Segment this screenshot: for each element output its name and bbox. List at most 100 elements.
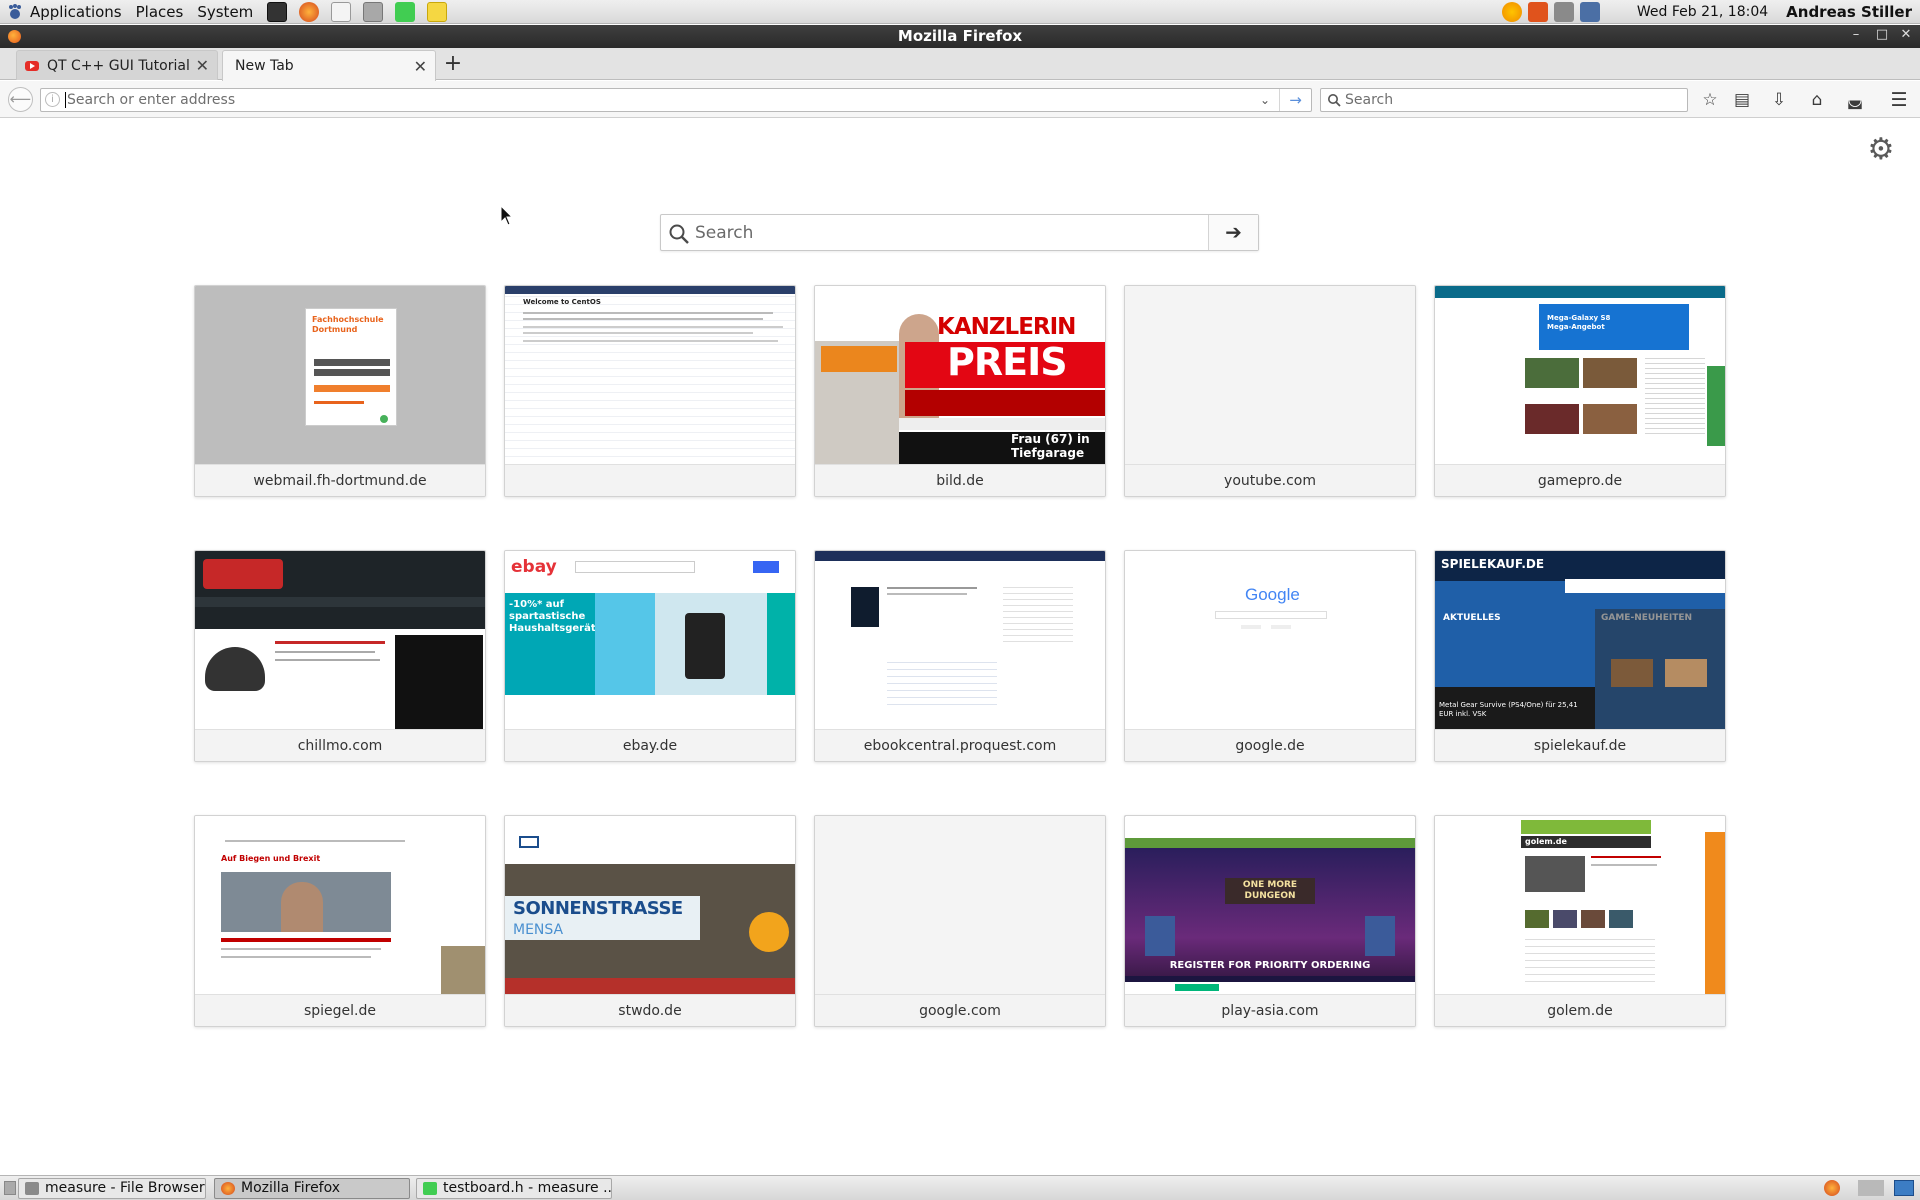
folder-icon [25,1182,39,1195]
site-thumbnail: Auf Biegen und Brexit [195,816,485,994]
show-desktop-icon[interactable] [4,1181,16,1195]
site-label: ebookcentral.proquest.com [815,729,1105,761]
site-label: chillmo.com [195,729,485,761]
youtube-icon [25,60,39,71]
notes-launcher-icon[interactable] [427,1,448,22]
downloads-icon[interactable]: ⇩ [1767,89,1791,111]
site-label: google.de [1125,729,1415,761]
site-thumbnail: ONE MORE DUNGEON REGISTER FOR PRIORITY O… [1125,816,1415,994]
applications-label: Applications [30,2,122,21]
hamburger-menu-icon[interactable]: ☰ [1887,89,1911,111]
site-thumbnail: Welcome to CentOS [505,286,795,464]
top-site-tile[interactable]: SONNENSTRASSE MENSA stwdo.de [504,815,796,1027]
taskbar-file-browser[interactable]: measure - File Browser [18,1178,206,1199]
bookmarks-menu-icon[interactable]: ▤ [1730,89,1754,111]
window-title: Mozilla Firefox [897,27,1023,45]
site-thumbnail [195,551,485,729]
arrow-right-icon: ➔ [1225,220,1242,244]
top-site-tile[interactable]: Auf Biegen und Brexit spiegel.de [194,815,486,1027]
text-caret [65,92,66,108]
site-thumbnail: KANZLERIN PREIS Frau (67) in Tiefgarage [815,286,1105,464]
top-site-tile[interactable]: Fachhochschule Dortmund webmail.fh-dortm… [194,285,486,497]
firefox-launcher-icon[interactable] [299,1,320,22]
page-search-go-button[interactable]: ➔ [1208,215,1258,250]
top-site-tile[interactable]: golem.de golem.de [1434,815,1726,1027]
user-name[interactable]: Andreas Stiller [1786,3,1912,21]
top-site-tile[interactable]: ebay -10%* auf spartastische Haushaltsge… [504,550,796,762]
site-label: youtube.com [1125,464,1415,496]
google-logo: Google [1245,585,1300,604]
applications-menu[interactable]: Applications [0,0,130,24]
task-label: testboard.h - measure ... [443,1180,612,1196]
maximize-button[interactable]: □ [1872,27,1892,45]
new-tab-settings-gear-icon[interactable]: ⚙ [1866,135,1896,165]
search-bar[interactable] [1320,88,1688,112]
close-tab-icon[interactable]: ✕ [196,56,209,75]
top-site-tile[interactable]: youtube.com [1124,285,1416,497]
qt-creator-icon [423,1182,437,1195]
page-search-box[interactable]: ➔ [660,214,1259,251]
firefox-tray-icon[interactable] [1824,1180,1840,1196]
tab-new-tab[interactable]: New Tab ✕ [222,50,436,81]
update-notifier-icon[interactable] [1527,2,1548,22]
top-site-tile[interactable]: KANZLERIN PREIS Frau (67) in Tiefgarage … [814,285,1106,497]
volume-icon[interactable] [1553,2,1574,22]
home-icon[interactable]: ⌂ [1805,89,1829,111]
top-site-tile[interactable]: chillmo.com [194,550,486,762]
top-site-tile[interactable]: Welcome to CentOS [504,285,796,497]
qt-creator-launcher-icon[interactable] [395,1,416,22]
system-menu[interactable]: System [191,0,261,24]
close-window-button[interactable]: ✕ [1896,27,1916,45]
tab-strip: QT C++ GUI Tutorial ... ✕ New Tab ✕ [0,48,1920,81]
back-button[interactable]: ⟵ [8,87,33,112]
info-icon[interactable]: i [45,92,60,107]
navigation-toolbar: ⟵ i ⌄ → ☆ ▤ ⇩ ⌂ ◛ ☰ [0,81,1920,118]
task-label: Mozilla Firefox [241,1180,341,1196]
top-site-tile[interactable]: Google google.de [1124,550,1416,762]
trash-icon[interactable] [1894,1180,1914,1196]
weather-sun-icon[interactable] [1501,2,1522,22]
search-input[interactable] [1345,91,1675,109]
terminal-launcher-icon[interactable] [267,1,288,22]
window-title-bar[interactable]: Mozilla Firefox – □ ✕ [0,25,1920,48]
fh-dortmund-title: Fachhochschule Dortmund [312,315,384,334]
new-tab-button[interactable]: + [442,51,464,77]
gamepro-promo: Mega-Galaxy S8 Mega-Angebot [1547,314,1611,331]
file-manager-launcher-icon[interactable] [363,1,384,22]
site-thumbnail: SONNENSTRASSE MENSA [505,816,795,994]
playasia-game-title: ONE MORE DUNGEON [1225,878,1315,904]
top-site-tile[interactable]: Mega-Galaxy S8 Mega-Angebot gamepro.de [1434,285,1726,497]
search-icon [669,224,689,244]
tab-label: New Tab [235,58,294,74]
network-icon[interactable] [1579,2,1600,22]
minimize-button[interactable]: – [1846,27,1866,45]
top-site-tile[interactable]: SPIELEKAUF.DE AKTUELLES GAME-NEUHEITEN M… [1434,550,1726,762]
gnome-foot-icon [9,3,21,19]
site-thumbnail [815,816,1105,994]
taskbar-qt-creator[interactable]: testboard.h - measure ... [416,1178,612,1199]
ebay-promo: -10%* auf spartastische Haushaltsgeräte [509,599,603,634]
clock[interactable]: Wed Feb 21, 18:04 [1637,4,1768,20]
history-dropdown-icon[interactable]: ⌄ [1260,91,1274,109]
page-search-input[interactable] [695,223,1195,243]
places-menu[interactable]: Places [130,0,192,24]
spielekauf-deal: Metal Gear Survive (PS4/One) für 25,41 E… [1439,701,1578,718]
close-tab-icon[interactable]: ✕ [414,57,427,76]
site-label: webmail.fh-dortmund.de [195,464,485,496]
top-site-tile[interactable]: ONE MORE DUNGEON REGISTER FOR PRIORITY O… [1124,815,1416,1027]
workspace-switcher[interactable] [1858,1180,1884,1196]
tab-qt-tutorial[interactable]: QT C++ GUI Tutorial ... ✕ [16,50,218,80]
text-editor-launcher-icon[interactable] [331,1,352,22]
pocket-icon[interactable]: ◛ [1843,89,1867,111]
url-input[interactable] [67,91,1237,109]
taskbar-firefox[interactable]: Mozilla Firefox [214,1178,410,1199]
bookmark-star-icon[interactable]: ☆ [1698,89,1722,111]
search-icon [1328,94,1341,107]
go-arrow-icon[interactable]: → [1279,89,1311,111]
url-bar[interactable]: i ⌄ → [40,88,1312,112]
top-site-tile[interactable]: google.com [814,815,1106,1027]
system-tray: Wed Feb 21, 18:04 Andreas Stiller [1499,0,1920,24]
top-site-tile[interactable]: ebookcentral.proquest.com [814,550,1106,762]
site-label: spiegel.de [195,994,485,1026]
site-label: play-asia.com [1125,994,1415,1026]
